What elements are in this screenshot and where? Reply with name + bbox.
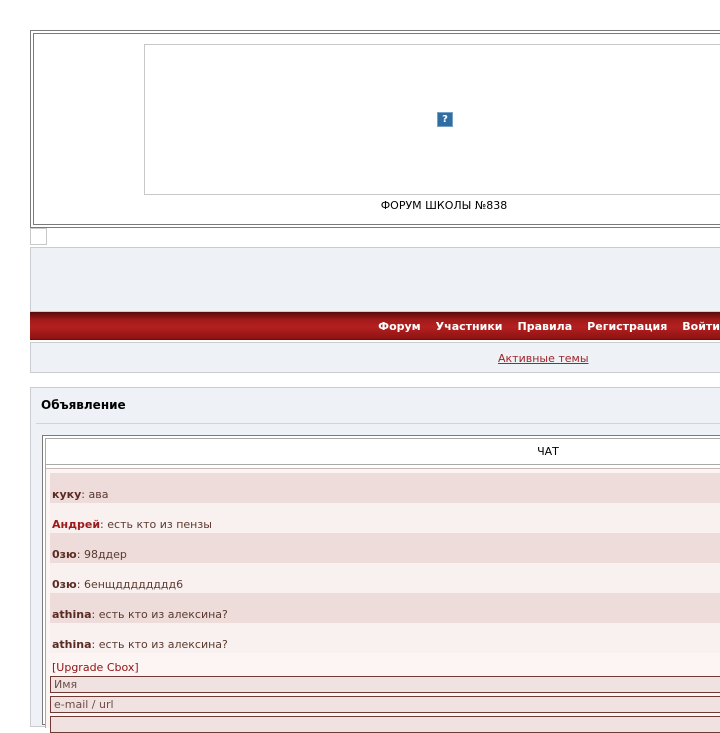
name-input[interactable] [50, 676, 720, 693]
chat-author[interactable]: куку [52, 488, 81, 501]
announcement-title: Объявление [41, 398, 126, 412]
main-nav: Форум Участники Правила Регистрация Войт… [30, 312, 720, 340]
chat-text: : 98ддер [76, 548, 127, 561]
chat-message: куку: ава [50, 473, 720, 503]
banner-image [144, 44, 720, 195]
nav-members[interactable]: Участники [436, 320, 503, 333]
nav-rules[interactable]: Правила [518, 320, 573, 333]
upgrade-cbox-link[interactable]: [Upgrade Cbox] [52, 661, 139, 674]
chat-author[interactable]: 0зю [52, 578, 77, 591]
site-title: ФОРУМ ШКОЛЫ №838 [380, 199, 508, 212]
placeholder-image [30, 228, 47, 245]
url-input[interactable] [50, 696, 720, 713]
chat-author[interactable]: 0зю [52, 548, 77, 561]
broken-image-icon: ? [437, 112, 453, 127]
active-topics-bar: Активные темы [30, 342, 720, 373]
top-panel [30, 247, 720, 312]
chat-message: 0зю: 98ддер [50, 533, 720, 563]
chat-message: athina: есть кто из алексина? [50, 593, 720, 623]
chat-text: : ава [81, 488, 109, 501]
chat-author[interactable]: Андрей [52, 518, 100, 531]
chat-author[interactable]: athina [52, 638, 92, 651]
chat-author[interactable]: athina [52, 608, 92, 621]
message-input[interactable] [50, 716, 720, 733]
nav-login[interactable]: Войти [682, 320, 720, 333]
chat-text: : есть кто из пензы [100, 518, 212, 531]
nav-forum[interactable]: Форум [378, 320, 421, 333]
chat-text: : есть кто из алексина? [91, 608, 228, 621]
chat-text: : 6енщдддддддд6 [76, 578, 184, 591]
active-topics-link[interactable]: Активные темы [498, 352, 589, 365]
chat-message: athina: есть кто из алексина? [50, 623, 720, 653]
nav-register[interactable]: Регистрация [587, 320, 667, 333]
divider [36, 423, 720, 424]
chat-text: : есть кто из алексина? [91, 638, 228, 651]
chat-message: Андрей: есть кто из пензы [50, 503, 720, 533]
chat-message: 0зю: 6енщдддддддд6 [50, 563, 720, 593]
chat-title: ЧАТ [537, 445, 559, 458]
